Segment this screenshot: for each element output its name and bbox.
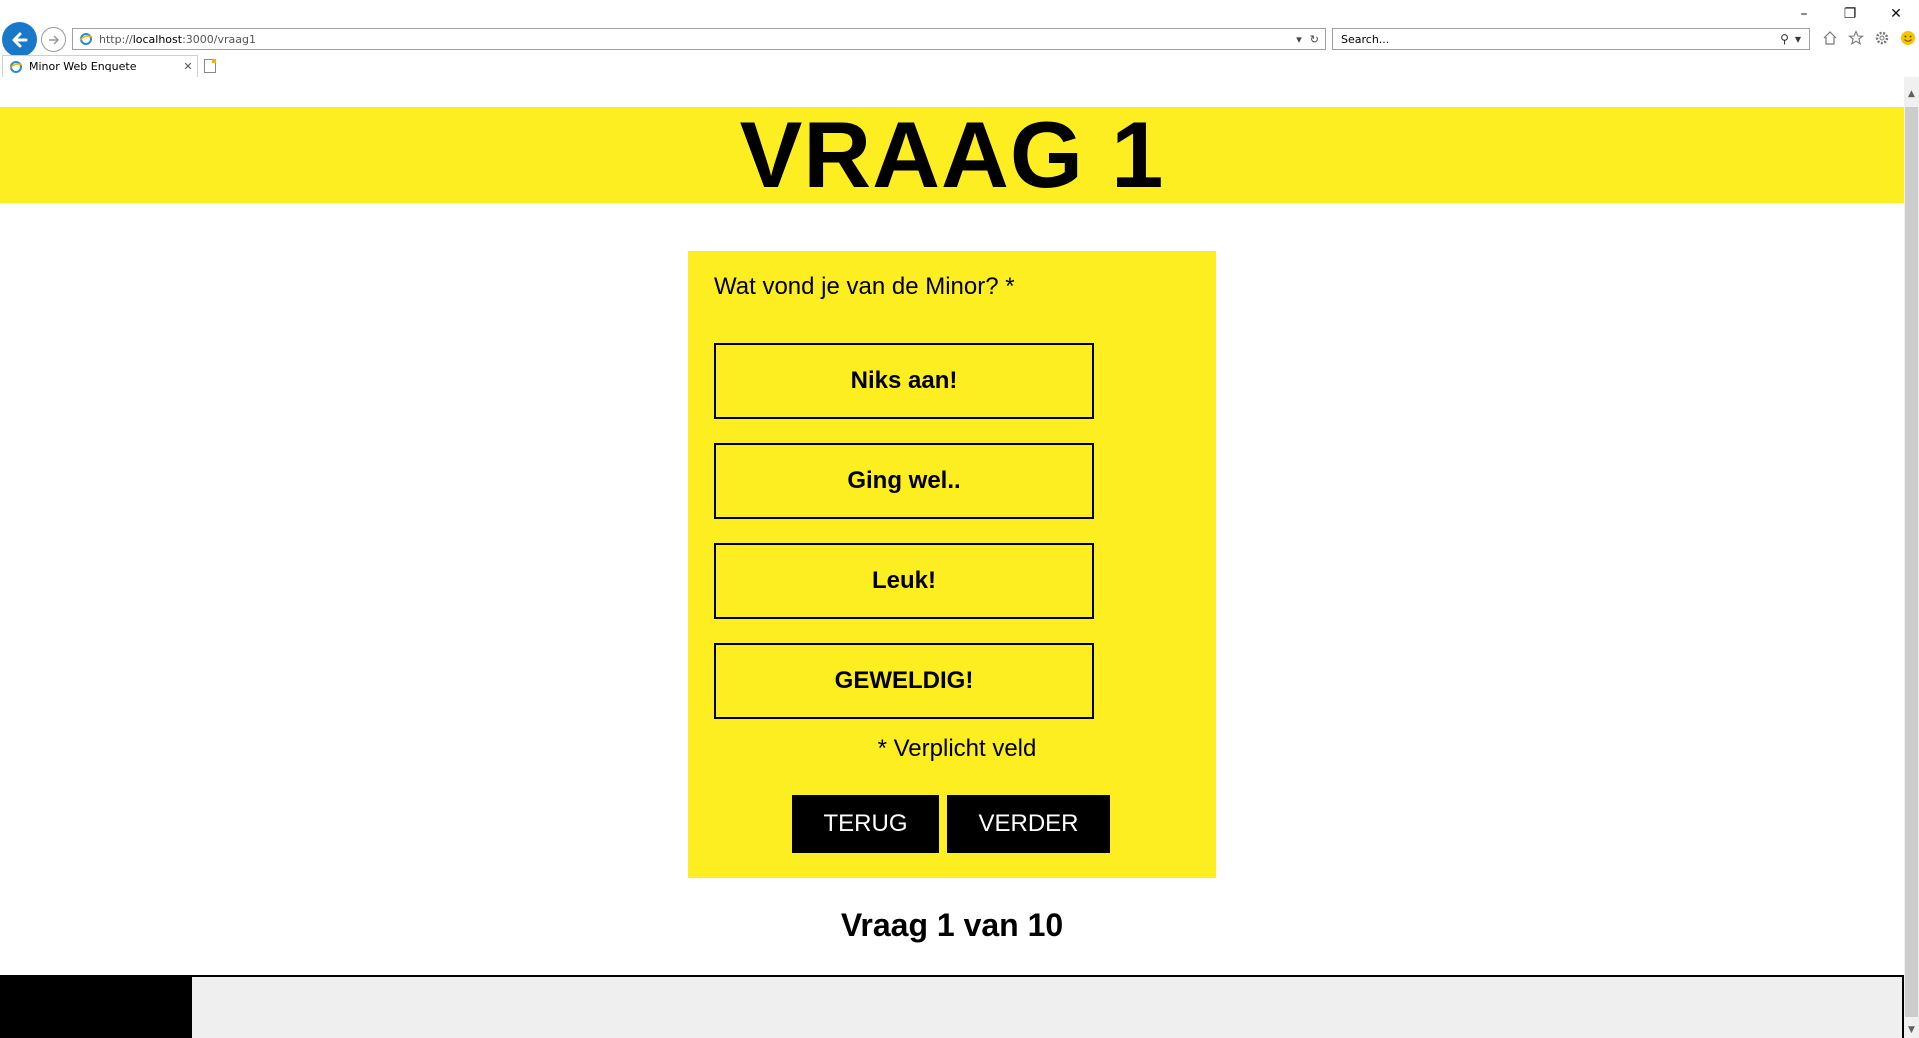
footer-strip [0,975,1904,1038]
scroll-down-icon[interactable]: ▼ [1904,1021,1919,1038]
gear-icon[interactable] [1872,28,1892,48]
browser-chrome: – ❐ ✕ http://localhost:3000/vraag1 ▾ ↻ ⚲… [0,0,1919,77]
home-icon[interactable] [1820,28,1840,48]
url-prefix: http:// [99,32,133,46]
refresh-icon[interactable]: ↻ [1310,33,1319,46]
option-button-geweldig[interactable]: GEWELDIG! [714,643,1094,719]
close-window-button[interactable]: ✕ [1873,0,1919,28]
header-banner: VRAAG 1 [0,107,1904,203]
toolbar-icons [1820,28,1918,48]
url-host: localhost [132,32,183,46]
option-button-niks-aan[interactable]: Niks aan! [714,343,1094,419]
scroll-up-icon[interactable]: ▲ [1904,85,1919,102]
dropdown-arrow-icon[interactable]: ▾ [1296,33,1302,46]
star-icon[interactable] [1846,28,1866,48]
search-box[interactable]: ⚲ ▾ [1332,28,1810,50]
progress-text: Vraag 1 van 10 [840,907,1064,943]
forward-button[interactable] [41,27,66,52]
tab-minor-web-enquete[interactable]: Minor Web Enquete ✕ [2,55,198,77]
option-button-ging-wel[interactable]: Ging wel.. [714,443,1094,519]
page-title: VRAAG 1 [739,102,1165,207]
vertical-scrollbar[interactable]: ▲ ▼ [1904,77,1919,1038]
tab-close-icon[interactable]: ✕ [179,60,197,73]
search-icon[interactable]: ⚲ [1780,32,1789,46]
arrow-right-icon [48,34,59,45]
option-button-leuk[interactable]: Leuk! [714,543,1094,619]
ie-icon [9,60,23,73]
search-dropdown-icon[interactable]: ▾ [1795,32,1801,46]
url-text[interactable]: http://localhost:3000/vraag1 [99,33,1296,46]
scroll-thumb[interactable] [1905,107,1918,1017]
address-bar[interactable]: http://localhost:3000/vraag1 ▾ ↻ [72,28,1326,50]
minimize-button[interactable]: – [1781,0,1827,28]
back-nav-button[interactable]: TERUG [792,795,939,853]
window-controls: – ❐ ✕ [1781,0,1919,28]
back-button[interactable] [2,22,37,57]
arrow-left-icon [12,32,27,47]
next-nav-button[interactable]: VERDER [947,795,1110,853]
footer-black-block [0,977,192,1038]
smiley-icon[interactable] [1898,28,1918,48]
new-tab-button[interactable] [200,56,220,76]
url-path: :3000/vraag1 [182,32,256,46]
search-input[interactable] [1333,31,1781,47]
question-text: Wat vond je van de Minor? * [714,273,1015,300]
question-form: Wat vond je van de Minor? * Niks aan! Gi… [688,251,1216,878]
required-field-note: * Verplicht veld [877,735,1037,762]
restore-button[interactable]: ❐ [1827,0,1873,28]
page-viewport: VRAAG 1 Wat vond je van de Minor? * Niks… [0,77,1904,1038]
tab-title: Minor Web Enquete [29,60,137,73]
new-tab-icon [204,59,216,73]
ie-icon [79,33,93,45]
